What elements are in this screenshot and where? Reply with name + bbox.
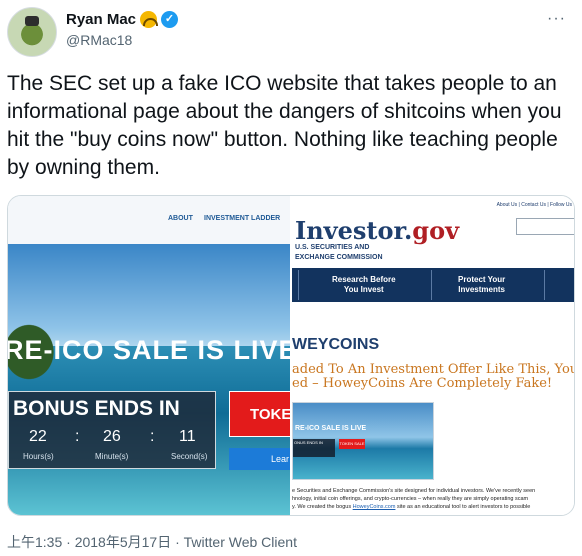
agency-line-2: EXCHANGE COMMISSION [295,254,383,261]
paragraph-line-2: hnology, initial coin offerings, and cry… [292,496,529,502]
howeycoins-heading: WEYCOINS [292,336,380,353]
thumb-token-button: TOKEN SALE [339,439,365,449]
sec-explanation-paragraph: e Securities and Exchange Commission's s… [292,487,574,511]
investor-gov-navbar: Research Before You Invest Protect Your … [292,268,574,302]
ico-site-nav: ABOUT INVESTMENT LADDER [8,196,290,244]
countdown-hours-label: Hours(s) [23,452,54,461]
countdown-minutes: 26 [103,428,121,445]
nav-link-about: ABOUT [168,215,193,222]
logo-gov-text: gov [412,216,460,245]
token-sale-button: TOKE [229,391,290,437]
nav-protect-your-investments: Protect Your Investments [458,275,505,295]
countdown-hours: 22 [29,428,47,445]
nav-divider [298,270,299,300]
media-image-right[interactable]: About Us | Contact Us | Follow Us Invest… [292,196,574,515]
ico-sale-title: RE-ICO SALE IS LIVE [8,335,290,365]
countdown-seconds: 11 [179,428,196,445]
author-avatar[interactable] [7,7,57,57]
sec-agency-label: U.S. SECURITIES AND EXCHANGE COMMISSION [295,243,385,263]
warning-headline: aded To An Investment Offer Like This, Y… [292,363,574,391]
paragraph-line-3b: site as an educational tool to alert inv… [395,504,531,510]
author-name[interactable]: Ryan Mac [66,11,136,28]
more-options-icon[interactable]: ··· [547,10,566,28]
agency-line-1: U.S. SECURITIES AND [295,244,370,251]
nav-divider [544,270,545,300]
nav-item-line: Protect Your [458,275,506,284]
tweet-media[interactable]: ABOUT INVESTMENT LADDER RE-ICO SALE IS L… [7,195,575,516]
ico-countdown-box: BONUS ENDS IN 22 : 26 : 11 Hours(s) Minu… [8,391,216,469]
learn-more-button: Lear [229,448,290,470]
investor-gov-top-links: About Us | Contact Us | Follow Us [496,202,572,208]
thumb-countdown: ONUS ENDS IN [293,439,335,457]
author-name-row[interactable]: Ryan Mac ✓ [66,11,179,28]
countdown-minutes-label: Minute(s) [95,452,129,461]
paragraph-line-3a: y. We created the bogus [292,504,353,510]
logo-main-text: Investor. [295,216,413,245]
verified-badge-icon: ✓ [161,11,179,28]
nav-item-line: You Invest [343,285,384,294]
investor-gov-search-box [516,218,574,235]
media-image-left[interactable]: ABOUT INVESTMENT LADDER RE-ICO SALE IS L… [8,196,290,515]
howeycoins-link: HoweyCoins.com [352,504,396,510]
tweet-timestamp[interactable]: 上午1:35 · 2018年5月17日 · Twitter Web Client [7,532,297,552]
countdown-separator: : [150,428,155,445]
fake-site-thumbnail: RE-ICO SALE IS LIVE ONUS ENDS IN TOKEN S… [292,402,434,480]
nav-research-before-you-invest: Research Before You Invest [332,275,396,295]
countdown-separator: : [75,428,80,445]
nav-item-line: Research Before [332,275,396,284]
nav-link-investment-ladder: INVESTMENT LADDER [204,215,281,222]
headline-line-2: ed – HoweyCoins Are Completely Fake! [292,376,553,391]
investor-gov-logo: Investor.gov [295,216,459,245]
headline-line-1: aded To An Investment Offer Like This, Y… [292,362,574,377]
paragraph-line-3: y. We created the bogus HoweyCoins.com s… [292,503,574,511]
countdown-seconds-label: Second(s) [171,452,208,461]
headphones-face-icon [140,11,159,28]
author-handle[interactable]: @RMac18 [66,32,132,48]
nav-item-line: Investments [458,285,505,294]
bonus-ends-label: BONUS ENDS IN [13,397,180,420]
paragraph-line-1: e Securities and Exchange Commission's s… [292,488,536,494]
tweet-text: The SEC set up a fake ICO website that t… [7,72,562,179]
nav-divider [431,270,432,300]
thumb-sale-title: RE-ICO SALE IS LIVE [295,425,367,432]
